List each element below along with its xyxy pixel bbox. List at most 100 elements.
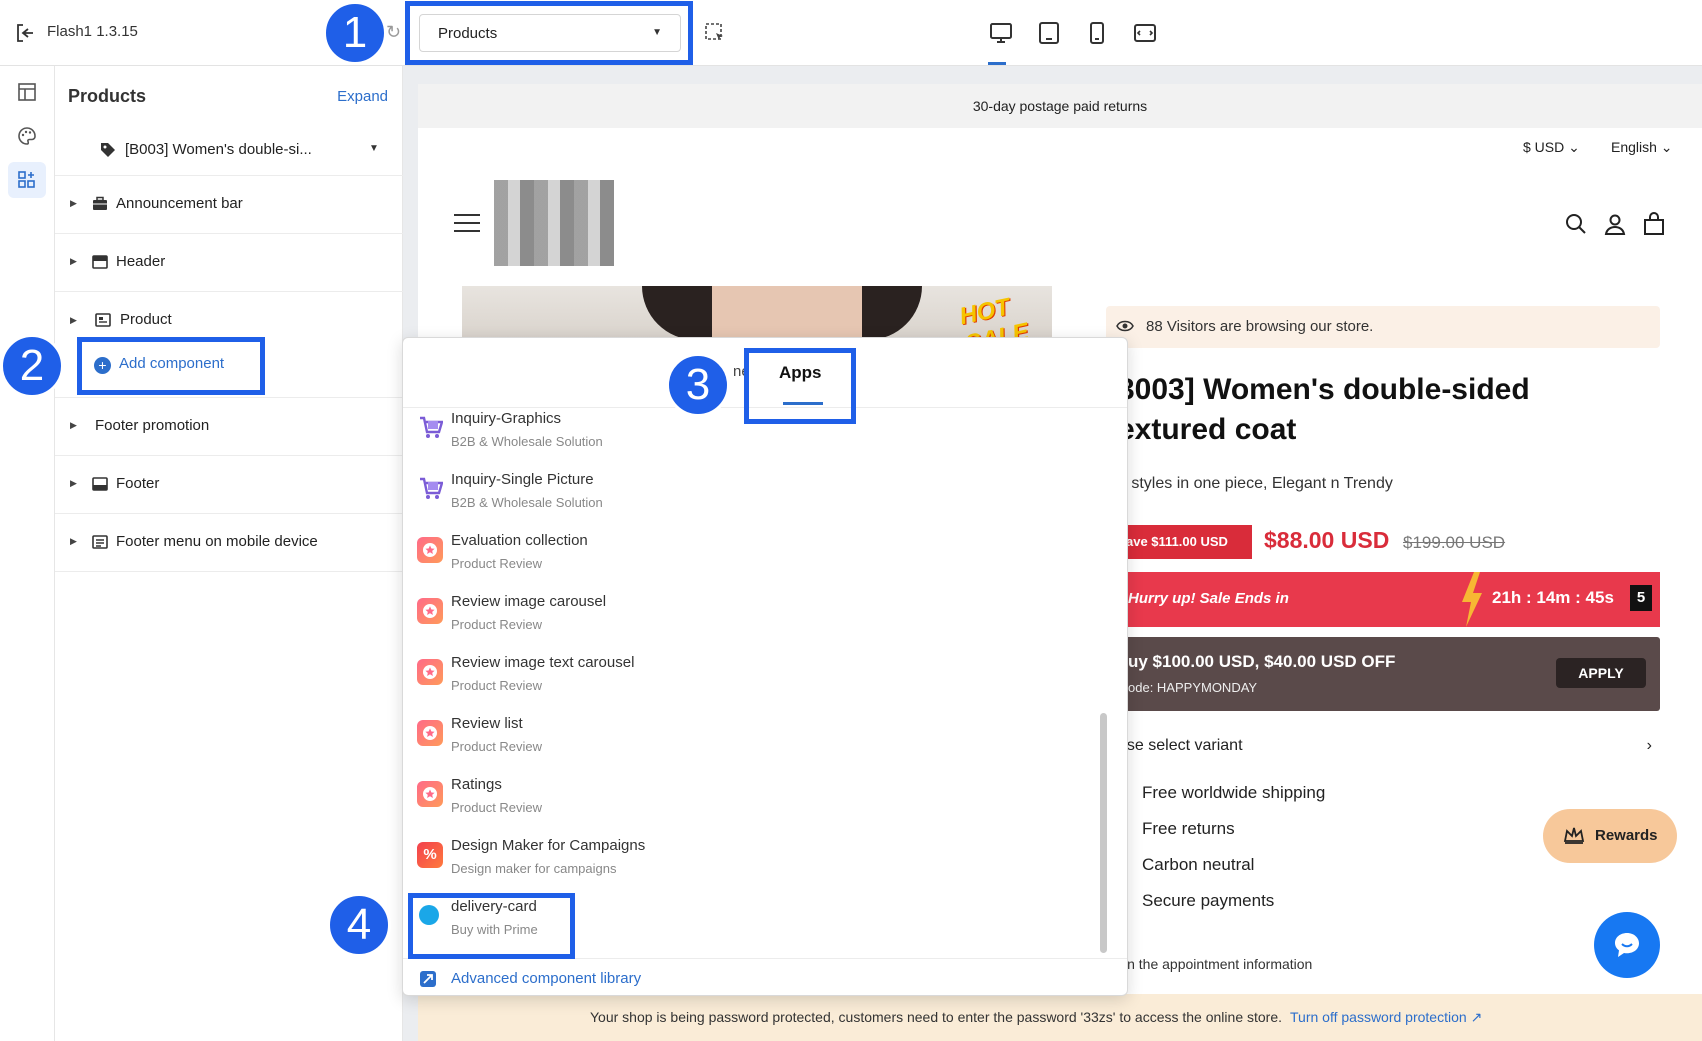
advanced-library-link: Advanced component library: [451, 970, 642, 987]
hurry-text: Hurry up! Sale Ends in: [1128, 590, 1289, 607]
expand-link[interactable]: Expand: [337, 88, 388, 105]
language-value: English: [1611, 139, 1657, 155]
rail-theme-button[interactable]: [8, 118, 46, 154]
variant-label: ase select variant: [1118, 737, 1243, 754]
tablet-icon[interactable]: [1036, 20, 1062, 46]
product-hero-image[interactable]: HOT SALE: [462, 286, 1052, 340]
exit-editor-icon[interactable]: [14, 22, 36, 44]
fullscreen-icon[interactable]: [1132, 20, 1158, 46]
review-app-icon: [417, 598, 443, 624]
section-header[interactable]: ▶ Header: [55, 234, 403, 292]
app-component-item[interactable]: Evaluation collection Product Review: [403, 525, 1103, 586]
benefit-item: Carbon neutral: [1142, 855, 1255, 874]
section-footer-promotion[interactable]: ▶ Footer promotion: [55, 398, 403, 456]
cart-icon[interactable]: [1642, 212, 1666, 236]
countdown-day-digit: 5: [1630, 585, 1652, 611]
section-footer[interactable]: ▶ Footer: [55, 456, 403, 514]
language-selector[interactable]: English ⌄: [1611, 139, 1673, 156]
app-component-item[interactable]: Ratings Product Review: [403, 769, 1103, 830]
turn-off-password-link[interactable]: Turn off password protection ↗: [1290, 1009, 1482, 1025]
left-rail: [0, 66, 55, 1041]
mobile-menu-icon: [92, 535, 108, 549]
components-icon: [18, 171, 35, 188]
step-badge-1: 1: [323, 1, 387, 65]
mobile-icon[interactable]: [1084, 20, 1110, 46]
variant-selector[interactable]: ase select variant ›: [1118, 737, 1660, 755]
benefit-item: Free worldwide shipping: [1142, 783, 1326, 802]
app-component-name: Evaluation collection: [451, 532, 588, 549]
section-label: Announcement bar: [116, 195, 243, 212]
section-footer-menu-mobile[interactable]: ▶ Footer menu on mobile device: [55, 514, 403, 572]
section-announcement-bar[interactable]: ▶ Announcement bar: [55, 176, 403, 234]
briefcase-icon: [93, 196, 107, 210]
top-bar: Flash1 1.3.15 ↻ Products ▼: [0, 0, 1702, 66]
visitors-banner: 88 Visitors are browsing our store.: [1106, 306, 1660, 348]
account-icon[interactable]: [1603, 212, 1627, 236]
review-app-icon: [417, 537, 443, 563]
advanced-library-row[interactable]: Advanced component library: [403, 958, 1127, 995]
step-badge-4: 4: [327, 893, 391, 957]
panel-title: Products: [68, 86, 147, 106]
app-component-item[interactable]: % Design Maker for Campaigns Design make…: [403, 830, 1103, 891]
app-component-source: Product Review: [451, 800, 543, 815]
percent-icon: %: [417, 842, 443, 868]
section-label: Footer promotion: [95, 417, 210, 434]
coupon-code: ode: HAPPYMONDAY: [1128, 680, 1258, 695]
currency-selector[interactable]: $ USD ⌄: [1523, 139, 1580, 156]
rail-sections-button[interactable]: [8, 74, 46, 110]
app-component-item[interactable]: Review list Product Review: [403, 708, 1103, 769]
search-icon[interactable]: [1564, 212, 1588, 236]
apply-coupon-button[interactable]: APPLY: [1556, 658, 1646, 688]
app-component-item[interactable]: Review image carousel Product Review: [403, 586, 1103, 647]
save-badge: ave $111.00 USD: [1118, 525, 1252, 559]
app-component-source: Product Review: [451, 739, 543, 754]
menu-icon[interactable]: [454, 214, 480, 238]
password-protection-notice: Your shop is being password protected, c…: [418, 994, 1702, 1041]
product-subtitle: o styles in one piece, Elegant n Trendy: [1118, 475, 1393, 492]
product-select-dropdown[interactable]: [B003] Women's double-si... ▼: [55, 124, 403, 176]
caret-right-icon: ▶: [70, 315, 77, 325]
benefit-item: Secure payments: [1142, 891, 1275, 910]
product-icon: [95, 313, 111, 327]
library-icon: [420, 971, 436, 987]
step-badge-3: 3: [666, 353, 730, 417]
caret-right-icon: ▶: [70, 536, 77, 546]
eye-icon: [1116, 320, 1134, 332]
app-component-name: Design Maker for Campaigns: [451, 837, 646, 854]
crown-icon: [1563, 827, 1585, 844]
chat-button[interactable]: [1594, 912, 1660, 978]
caret-right-icon: ▶: [70, 256, 77, 266]
section-label: Footer: [116, 475, 160, 492]
app-component-source: Product Review: [451, 617, 543, 632]
countdown-timer: 21h : 14m : 45s: [1492, 588, 1614, 607]
step-badge-2: 2: [0, 334, 64, 398]
app-component-source: B2B & Wholesale Solution: [451, 434, 603, 449]
popover-scrollbar[interactable]: [1100, 713, 1107, 953]
select-element-icon[interactable]: [704, 22, 726, 44]
caret-right-icon: ▶: [70, 420, 77, 430]
app-component-source: Product Review: [451, 556, 543, 571]
app-component-name: Review image carousel: [451, 593, 607, 610]
layout-icon: [18, 83, 36, 101]
app-component-source: Product Review: [451, 678, 543, 693]
app-component-item[interactable]: Review image text carousel Product Revie…: [403, 647, 1103, 708]
active-device-indicator: [988, 62, 1006, 65]
redo-icon[interactable]: ↻: [386, 22, 401, 43]
app-component-name: Inquiry-Single Picture: [451, 471, 594, 488]
app-version-label: Flash1 1.3.15: [47, 23, 138, 40]
desktop-icon[interactable]: [988, 20, 1014, 46]
rail-components-button[interactable]: [8, 162, 46, 198]
section-label: Footer menu on mobile device: [116, 533, 318, 550]
rewards-button[interactable]: Rewards: [1543, 809, 1677, 863]
caret-right-icon: ▶: [70, 198, 77, 208]
section-label: Header: [116, 253, 166, 270]
app-component-name: Ratings: [451, 776, 502, 793]
highlight-frame-1: [405, 1, 693, 65]
countdown-bar: Hurry up! Sale Ends in 21h : 14m : 45s 5: [1118, 572, 1660, 627]
app-component-item[interactable]: Inquiry-Single Picture B2B & Wholesale S…: [403, 464, 1103, 525]
hot-sale-sticker: HOT SALE: [957, 293, 1032, 340]
chevron-down-icon: ▼: [369, 143, 379, 154]
currency-value: $ USD: [1523, 139, 1565, 155]
original-price: $199.00 USD: [1403, 533, 1506, 552]
store-logo[interactable]: [494, 180, 614, 266]
